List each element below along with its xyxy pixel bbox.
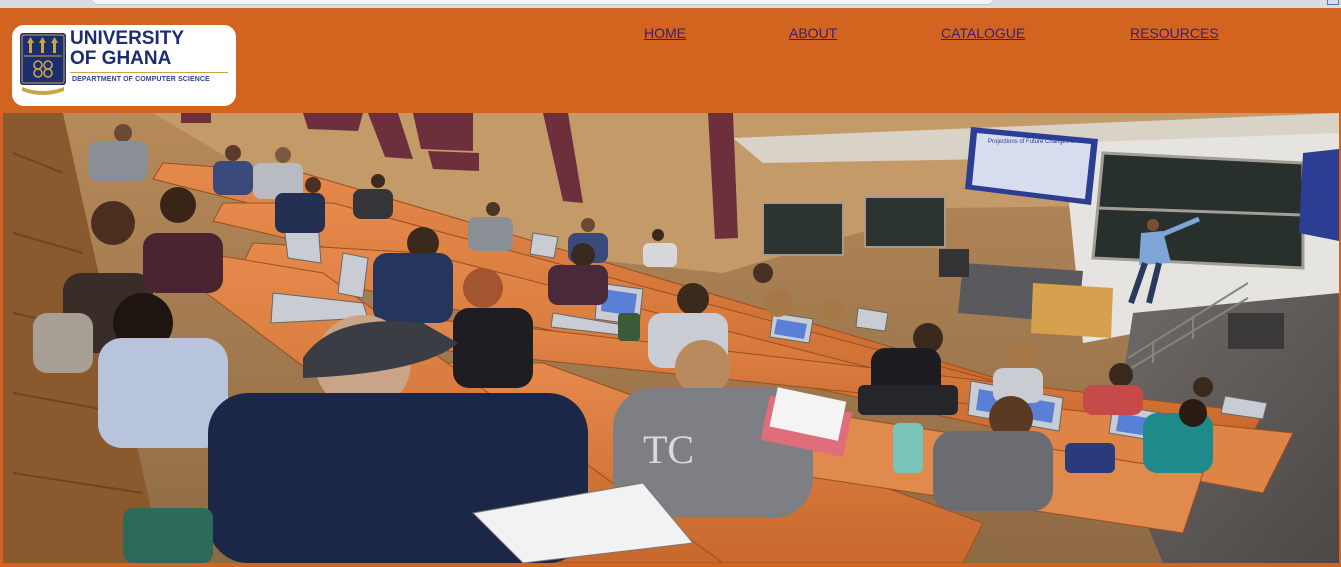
nav-about[interactable]: ABOUT <box>789 25 837 41</box>
logo-subtitle: DEPARTMENT OF COMPUTER SCIENCE <box>72 76 210 83</box>
nav-catalogue[interactable]: CATALOGUE <box>941 25 1025 41</box>
nav-resources[interactable]: RESOURCES <box>1130 25 1219 41</box>
footer-strip <box>0 563 1341 567</box>
browser-chrome-strip <box>0 0 1341 8</box>
hero-image: Projections of Future Changes in Climate <box>3 113 1339 563</box>
lecture-hall-photo: Projections of Future Changes in Climate <box>3 113 1339 563</box>
address-bar-edge[interactable] <box>90 0 995 5</box>
svg-text:TC: TC <box>643 427 694 472</box>
logo-title-line2: OF GHANA <box>70 48 172 69</box>
site-header: UNIVERSITY OF GHANA DEPARTMENT OF COMPUT… <box>0 8 1341 113</box>
logo-divider <box>70 72 228 73</box>
main-nav: HOME ABOUT CATALOGUE RESOURCES <box>0 25 1341 45</box>
window-control-icon[interactable] <box>1327 0 1339 5</box>
nav-home[interactable]: HOME <box>644 25 686 41</box>
slide-title: Projections of Future Changes in Climate <box>988 139 1098 145</box>
